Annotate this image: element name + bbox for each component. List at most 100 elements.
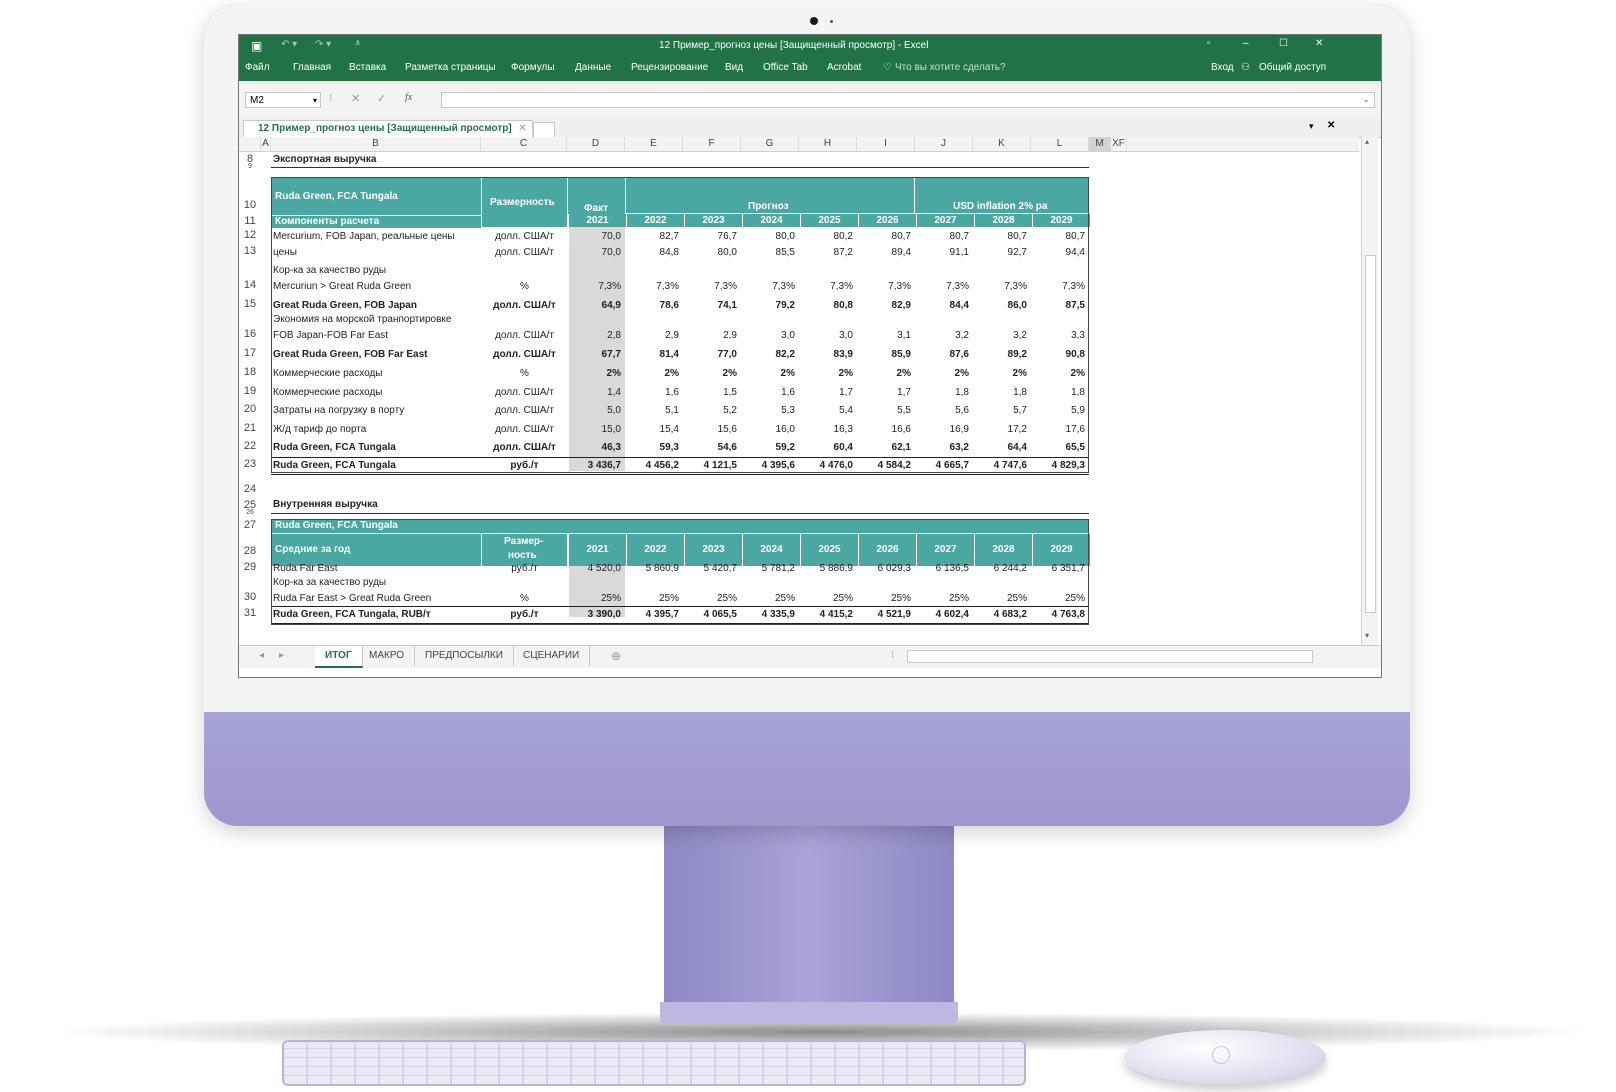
customize-qat-icon[interactable]: ⩡ (355, 38, 361, 49)
share-icon[interactable]: ⚇ (1241, 62, 1250, 73)
monitor-stand-base (660, 1002, 958, 1024)
tell-me-search[interactable]: Что вы хотите сделать? (895, 62, 1006, 73)
scroll-up-icon[interactable]: ▴ (1365, 137, 1369, 146)
tab-acrobat[interactable]: Acrobat (827, 62, 861, 73)
tab-data[interactable]: Данные (575, 62, 611, 73)
sheet-tab-scenarii[interactable]: СЦЕНАРИИ (513, 646, 591, 666)
share-button[interactable]: Общий доступ (1259, 62, 1326, 73)
signin-link[interactable]: Вход (1211, 62, 1234, 73)
row-num[interactable]: 29 (239, 561, 261, 573)
formula-input[interactable]: ⌄ (441, 92, 1375, 108)
row-num[interactable]: 14 (239, 279, 261, 291)
col-b[interactable]: B (271, 137, 481, 151)
row-num[interactable]: 12 (239, 229, 261, 241)
domestic-table-outline (271, 519, 1089, 625)
row-num[interactable]: 17 (239, 347, 261, 359)
row-num[interactable]: 20 (239, 403, 261, 415)
col-j[interactable]: J (915, 137, 973, 151)
tab-page-layout[interactable]: Разметка страницы (405, 62, 496, 73)
row-num[interactable]: 9 (239, 163, 261, 170)
monitor-stand (664, 826, 954, 1022)
undo-icon[interactable]: ↶ ▾ (281, 39, 297, 50)
scroll-thumb[interactable] (1365, 255, 1376, 613)
row-num[interactable]: 28 (239, 545, 261, 557)
splitter-icon[interactable]: ⁝ (891, 650, 894, 661)
document-tabs: 12 Пример_прогноз цены [Защищенный просм… (239, 117, 1381, 138)
col-m[interactable]: M (1089, 137, 1111, 151)
next-sheet-icon[interactable]: ▸ (279, 650, 284, 661)
document-tab[interactable]: 12 Пример_прогноз цены [Защищенный просм… (243, 120, 533, 137)
document-tab-label: 12 Пример_прогноз цены [Защищенный просм… (258, 123, 512, 134)
col-xf[interactable]: XF (1111, 137, 1127, 151)
scroll-down-icon[interactable]: ▾ (1365, 631, 1369, 640)
redo-icon[interactable]: ↷ ▾ (315, 39, 331, 50)
name-box[interactable]: M2 ▾ (245, 92, 321, 108)
col-e[interactable]: E (625, 137, 683, 151)
cancel-icon[interactable]: ✕ (351, 92, 360, 105)
excel-window: ▣ ↶ ▾ ↷ ▾ ⩡ 12 Пример_прогноз цены [Защи… (238, 34, 1382, 678)
expand-formula-icon[interactable]: ⌄ (1362, 94, 1370, 105)
keyboard (282, 1040, 1026, 1086)
col-k[interactable]: K (973, 137, 1031, 151)
worksheet-grid[interactable]: A B C D E F G H I J K L M XF 8 9 Экспорт… (239, 137, 1359, 645)
close-tab-icon[interactable]: ✕ (518, 121, 526, 137)
mouse-logo-icon (1212, 1046, 1230, 1064)
minimize-icon[interactable]: – (1243, 38, 1249, 49)
section-title-domestic: Внутренняя выручка (273, 499, 378, 510)
vertical-scrollbar[interactable]: ▴ ▾ (1361, 137, 1378, 645)
section-underline (271, 513, 1089, 514)
col-h[interactable]: H (799, 137, 857, 151)
select-all-corner[interactable] (239, 137, 261, 151)
section-underline (271, 167, 1089, 168)
row-num[interactable]: 26 (239, 509, 261, 516)
row-num[interactable]: 27 (239, 519, 261, 531)
tab-formulas[interactable]: Формулы (511, 62, 555, 73)
sheet-tab-predposylki[interactable]: ПРЕДПОСЫЛКИ (415, 646, 514, 666)
row-num[interactable]: 23 (239, 458, 261, 470)
new-tab-button[interactable] (533, 122, 555, 138)
row-num[interactable]: 31 (239, 607, 261, 619)
add-sheet-icon[interactable]: ⊕ (611, 649, 621, 663)
save-icon[interactable]: ▣ (251, 39, 262, 53)
row-num[interactable]: 15 (239, 298, 261, 310)
col-c[interactable]: C (481, 137, 567, 151)
column-headers: A B C D E F G H I J K L M XF (239, 137, 1359, 152)
row-num[interactable]: 13 (239, 245, 261, 257)
export-table-outline (271, 177, 1089, 473)
row-num[interactable]: 24 (239, 483, 261, 495)
maximize-icon[interactable]: ☐ (1279, 38, 1288, 49)
col-i[interactable]: I (857, 137, 915, 151)
row-num[interactable]: 21 (239, 422, 261, 434)
chevron-down-icon[interactable]: ▾ (313, 93, 317, 109)
ribbon-display-icon[interactable]: ▫ (1207, 38, 1211, 49)
row-num[interactable]: 16 (239, 328, 261, 340)
col-d[interactable]: D (567, 137, 625, 151)
tab-office-tab[interactable]: Office Tab (763, 62, 808, 73)
row-num[interactable]: 22 (239, 440, 261, 452)
monitor-chin (204, 712, 1410, 826)
tab-review[interactable]: Рецензирование (631, 62, 708, 73)
tab-view[interactable]: Вид (725, 62, 743, 73)
col-a[interactable]: A (261, 137, 271, 151)
tab-home[interactable]: Главная (293, 62, 331, 73)
row-num[interactable]: 18 (239, 366, 261, 378)
row-num[interactable]: 19 (239, 385, 261, 397)
tab-insert[interactable]: Вставка (349, 62, 386, 73)
close-doc-icon[interactable]: ✕ (1327, 120, 1335, 131)
col-f[interactable]: F (683, 137, 741, 151)
sheet-tab-itog[interactable]: ИТОГ (315, 646, 363, 668)
tab-list-icon[interactable]: ▾ (1309, 121, 1314, 132)
tab-file[interactable]: Файл (245, 62, 270, 73)
horizontal-scrollbar[interactable] (907, 650, 1313, 663)
col-l[interactable]: L (1031, 137, 1089, 151)
row-num[interactable]: 11 (239, 215, 261, 227)
sheet-tab-makro[interactable]: МАКРО (359, 646, 416, 666)
row-num[interactable]: 30 (239, 591, 261, 603)
prev-sheet-icon[interactable]: ◂ (259, 650, 264, 661)
col-g[interactable]: G (741, 137, 799, 151)
sheet-tabs-bar: ◂ ▸ ИТОГ МАКРО ПРЕДПОСЫЛКИ СЦЕНАРИИ ⊕ ⁝ (239, 645, 1381, 668)
enter-icon[interactable]: ✓ (377, 92, 386, 105)
fx-icon[interactable]: fx (405, 92, 412, 103)
close-icon[interactable]: ✕ (1315, 38, 1323, 49)
row-num[interactable]: 10 (239, 199, 261, 211)
